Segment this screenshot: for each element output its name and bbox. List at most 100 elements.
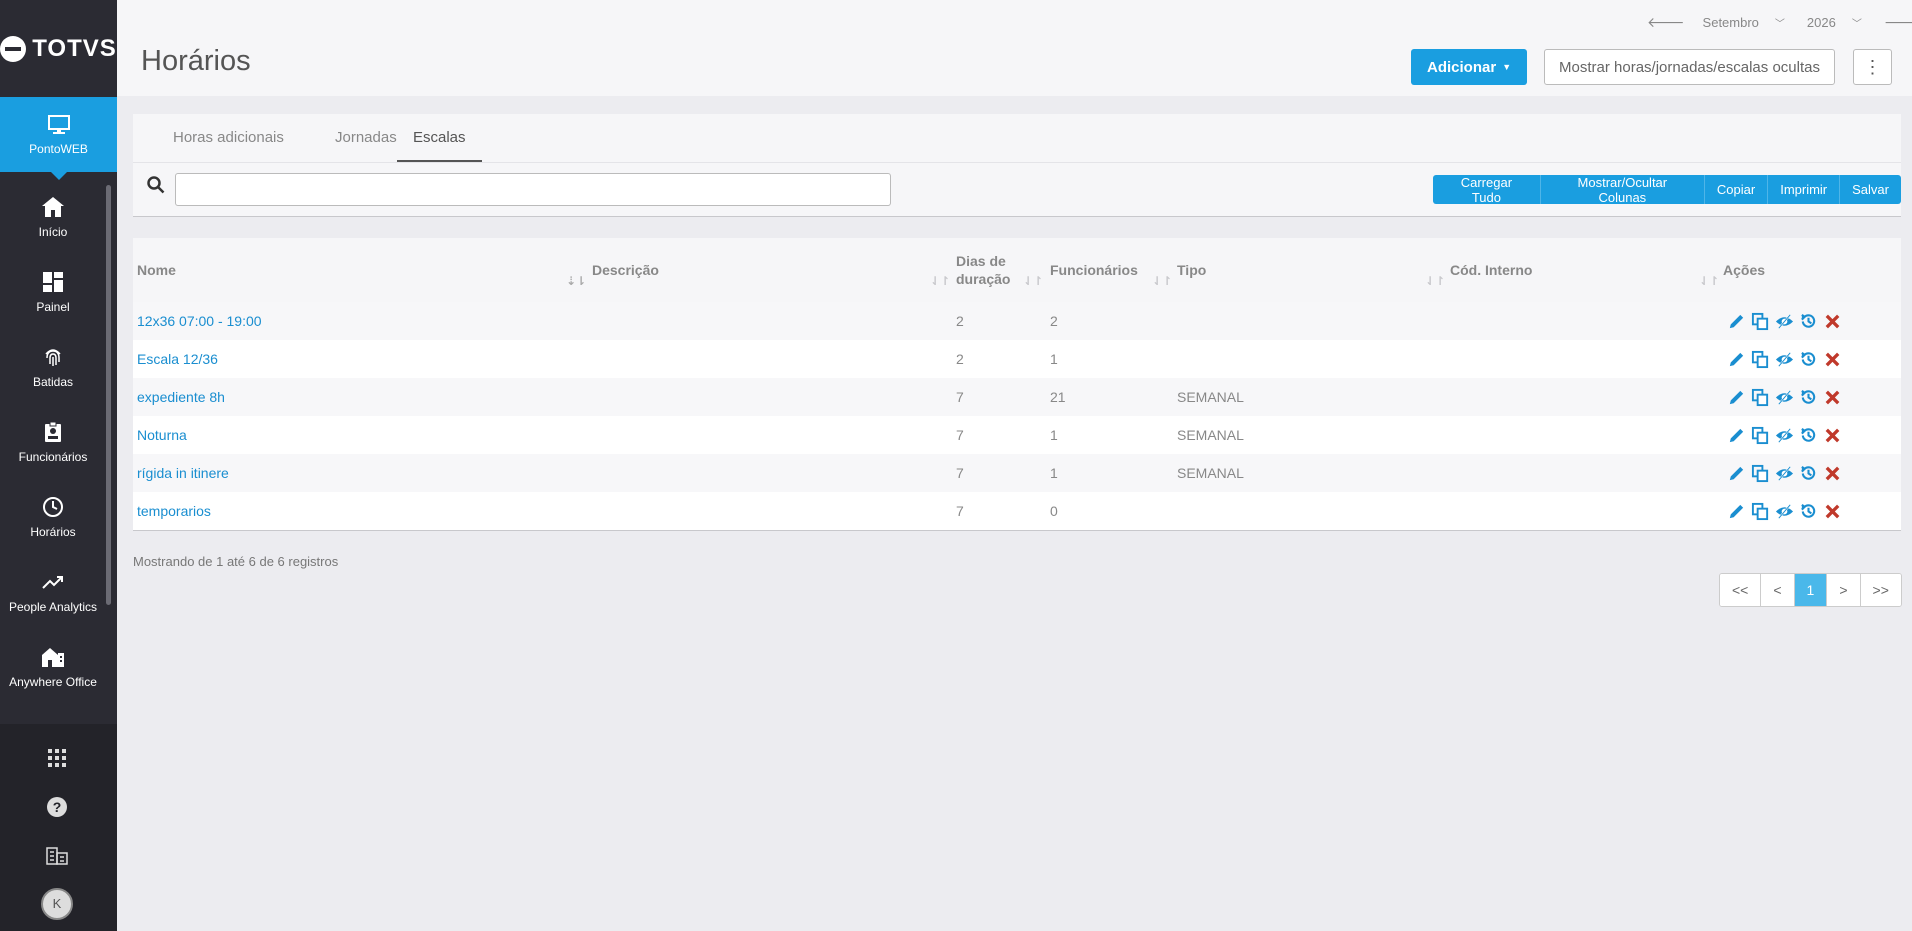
column-header-cod-interno[interactable]: Cód. Interno	[1450, 238, 1700, 302]
trending-up-icon	[42, 576, 63, 589]
escala-name-link[interactable]: Escala 12/36	[137, 340, 218, 378]
sort-icon[interactable]: ⇃↾	[1425, 274, 1445, 288]
column-label: Nome	[137, 262, 176, 278]
sidebar-item-label: Início	[38, 225, 68, 239]
history-icon[interactable]	[1799, 388, 1818, 407]
edit-icon[interactable]	[1727, 388, 1746, 407]
duplicate-icon[interactable]	[1751, 388, 1770, 407]
building-icon[interactable]	[0, 845, 113, 871]
print-button[interactable]: Imprimir	[1768, 175, 1841, 204]
history-icon[interactable]	[1799, 426, 1818, 445]
sort-icon[interactable]: ⇃↾	[1023, 274, 1043, 288]
more-options-icon[interactable]: ⋮	[1853, 49, 1892, 85]
copy-button[interactable]: Copiar	[1704, 175, 1769, 204]
arrow-left-icon[interactable]: 🡐	[1647, 14, 1685, 31]
delete-icon[interactable]	[1823, 502, 1842, 521]
sidebar-scrollbar[interactable]	[106, 185, 111, 605]
tab-escalas[interactable]: Escalas	[397, 114, 482, 162]
hide-icon[interactable]	[1775, 502, 1794, 521]
duplicate-icon[interactable]	[1751, 312, 1770, 331]
sort-desc-icon[interactable]: ⇣⇂	[566, 274, 586, 288]
history-icon[interactable]	[1799, 502, 1818, 521]
column-label: Ações	[1723, 262, 1766, 278]
sidebar-item-painel[interactable]: Painel	[0, 255, 106, 330]
hide-icon[interactable]	[1775, 426, 1794, 445]
cell-funcionarios: 2	[1050, 313, 1058, 329]
history-icon[interactable]	[1799, 350, 1818, 369]
sidebar-item-label: Painel	[36, 300, 70, 314]
escala-name-link[interactable]: expediente 8h	[137, 378, 225, 416]
hide-icon[interactable]	[1775, 464, 1794, 483]
pager-last-button[interactable]: >>	[1860, 574, 1901, 606]
column-header-nome[interactable]: Nome	[137, 238, 587, 302]
escala-name-link[interactable]: 12x36 07:00 - 19:00	[137, 302, 262, 340]
escala-name-link[interactable]: temporarios	[137, 492, 211, 530]
delete-icon[interactable]	[1823, 312, 1842, 331]
apps-grid-icon[interactable]	[0, 748, 113, 774]
load-all-button[interactable]: Carregar Tudo	[1433, 175, 1541, 204]
delete-icon[interactable]	[1823, 464, 1842, 483]
hide-icon[interactable]	[1775, 312, 1794, 331]
column-header-descricao[interactable]: Descrição	[592, 238, 952, 302]
badge-icon	[45, 421, 61, 442]
edit-icon[interactable]	[1727, 502, 1746, 521]
chevron-down-icon[interactable]: ﹀	[1775, 15, 1785, 30]
clock-icon	[43, 497, 63, 517]
sidebar-item-funcionarios[interactable]: Funcionários	[0, 405, 106, 480]
sidebar-item-people-analytics[interactable]: People Analytics	[0, 555, 106, 630]
edit-icon[interactable]	[1727, 312, 1746, 331]
chevron-down-icon[interactable]: ﹀	[1852, 15, 1862, 30]
sidebar-item-pontoweb[interactable]: PontoWEB	[0, 97, 117, 180]
column-header-tipo[interactable]: Tipo	[1177, 238, 1427, 302]
help-icon[interactable]: ?	[0, 796, 113, 824]
arrow-right-icon[interactable]: 🡒	[1884, 14, 1912, 31]
cell-funcionarios: 21	[1050, 389, 1066, 405]
escala-name-link[interactable]: Noturna	[137, 416, 187, 454]
add-button[interactable]: Adicionar ▼	[1411, 49, 1528, 85]
cell-funcionarios: 0	[1050, 503, 1058, 519]
page-header: 🡐 Setembro ﹀ 2026 ﹀ 🡒 Horários Adicionar…	[117, 0, 1912, 96]
pager-next-button[interactable]: >	[1827, 574, 1861, 606]
totvs-logo[interactable]: TOTVS	[0, 0, 117, 97]
year-select[interactable]: 2026	[1807, 15, 1836, 30]
sidebar-item-batidas[interactable]: Batidas	[0, 330, 106, 405]
column-header-funcionarios[interactable]: Funcionários	[1050, 238, 1160, 302]
hide-icon[interactable]	[1775, 388, 1794, 407]
duplicate-icon[interactable]	[1751, 464, 1770, 483]
delete-icon[interactable]	[1823, 350, 1842, 369]
table-row: Noturna 7 1 SEMANAL	[133, 416, 1901, 454]
sidebar-item-anywhere-office[interactable]: Anywhere Office	[0, 630, 106, 705]
history-icon[interactable]	[1799, 464, 1818, 483]
sort-icon[interactable]: ⇃↾	[1699, 274, 1719, 288]
sort-icon[interactable]: ⇃↾	[930, 274, 950, 288]
duplicate-icon[interactable]	[1751, 426, 1770, 445]
row-actions	[1727, 426, 1842, 445]
tab-horas-adicionais[interactable]: Horas adicionais	[157, 114, 300, 162]
delete-icon[interactable]	[1823, 426, 1842, 445]
edit-icon[interactable]	[1727, 464, 1746, 483]
edit-icon[interactable]	[1727, 350, 1746, 369]
avatar[interactable]: K	[41, 888, 73, 920]
sidebar-item-inicio[interactable]: Início	[0, 180, 106, 255]
pager-first-button[interactable]: <<	[1720, 574, 1762, 606]
pagination-info: Mostrando de 1 até 6 de 6 registros	[133, 554, 339, 569]
duplicate-icon[interactable]	[1751, 502, 1770, 521]
month-select[interactable]: Setembro	[1703, 15, 1759, 30]
duplicate-icon[interactable]	[1751, 350, 1770, 369]
toggle-columns-button[interactable]: Mostrar/Ocultar Colunas	[1540, 175, 1705, 204]
table-row: 12x36 07:00 - 19:00 2 2	[133, 302, 1901, 340]
delete-icon[interactable]	[1823, 388, 1842, 407]
pager-prev-button[interactable]: <	[1761, 574, 1795, 606]
search-input[interactable]	[175, 173, 891, 206]
sidebar-item-horarios[interactable]: Horários	[0, 480, 106, 555]
history-icon[interactable]	[1799, 312, 1818, 331]
save-button[interactable]: Salvar	[1840, 175, 1901, 204]
pager-page-button[interactable]: 1	[1794, 574, 1828, 606]
show-hidden-button[interactable]: Mostrar horas/jornadas/escalas ocultas	[1544, 49, 1835, 85]
cell-dias: 7	[956, 389, 964, 405]
escala-name-link[interactable]: rígida in itinere	[137, 454, 229, 492]
hide-icon[interactable]	[1775, 350, 1794, 369]
column-header-dias[interactable]: Dias de duração	[956, 238, 1026, 302]
edit-icon[interactable]	[1727, 426, 1746, 445]
sort-icon[interactable]: ⇃↾	[1152, 274, 1172, 288]
